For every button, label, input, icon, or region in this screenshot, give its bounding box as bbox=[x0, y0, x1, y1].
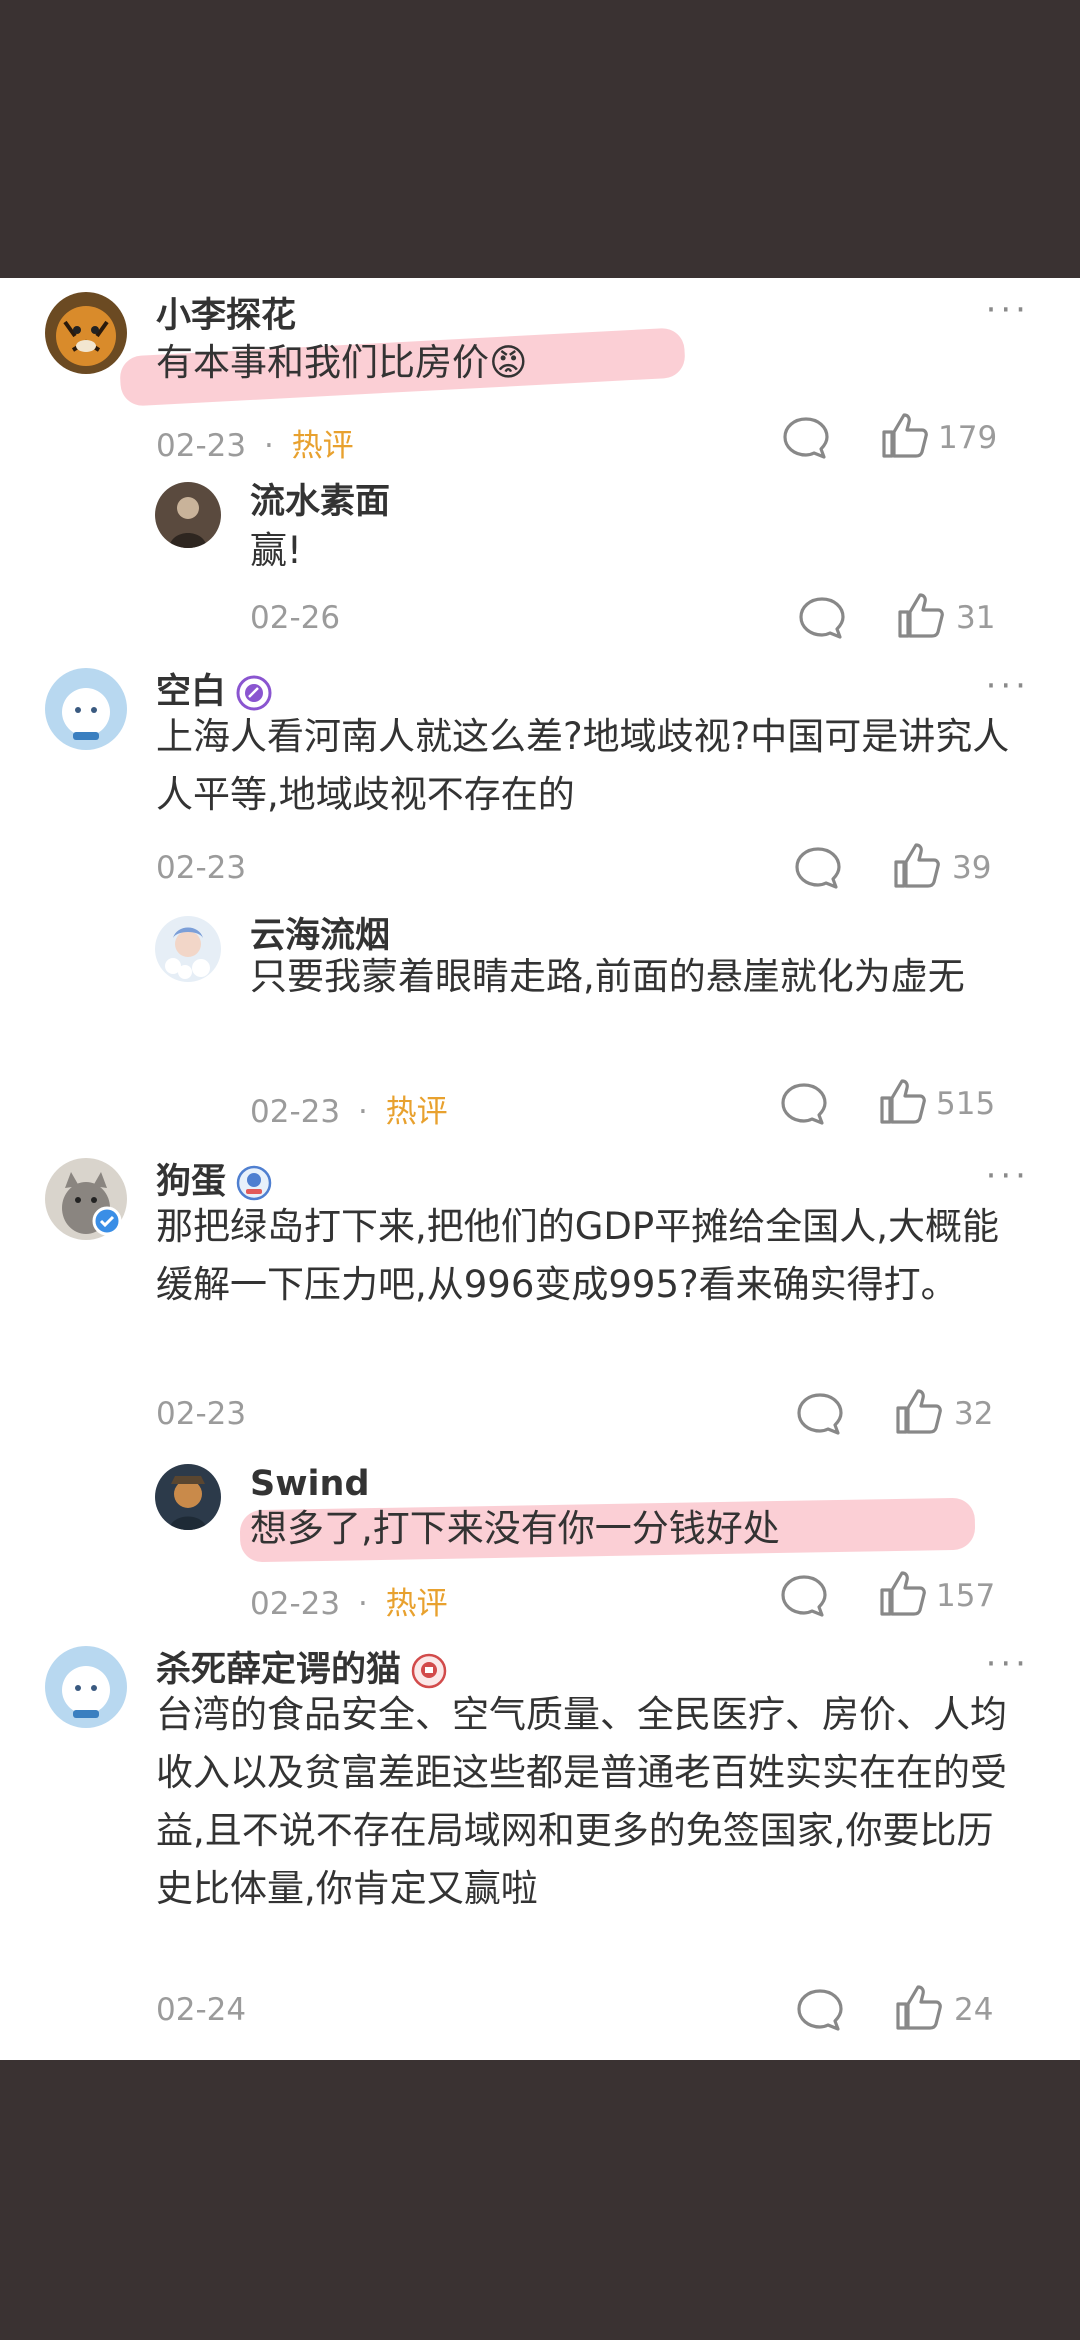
like-count: 32 bbox=[954, 1396, 994, 1432]
comment-list: 小李探花 ··· 有本事和我们比房价😡 02-23 · 热评 179 流水素面 … bbox=[0, 278, 1080, 2060]
comment-text: 上海人看河南人就这么差?地域歧视?中国可是讲究人人平等,地域歧视不存在的 bbox=[156, 715, 1010, 816]
comment-date: 02-26 bbox=[250, 600, 341, 636]
comment-bubble-icon[interactable] bbox=[796, 592, 848, 644]
verified-badge-icon bbox=[236, 675, 272, 711]
avatar[interactable] bbox=[45, 1646, 127, 1728]
comment-meta: 02-24 bbox=[156, 1992, 246, 2028]
comment-meta: 02-23 · 热评 bbox=[250, 1094, 448, 1130]
like-count: 179 bbox=[938, 420, 998, 456]
comment-date: 02-23 bbox=[250, 1586, 341, 1622]
comment-item: 小李探花 ··· 有本事和我们比房价😡 02-23 · 热评 179 bbox=[0, 290, 1080, 470]
comment-date: 02-24 bbox=[156, 1992, 247, 2028]
thumbs-up-icon[interactable] bbox=[876, 1076, 928, 1128]
comment-text: 那把绿岛打下来,把他们的GDP平摊给全国人,大概能缓解一下压力吧,从996变成9… bbox=[156, 1205, 999, 1306]
comment-text: 有本事和我们比房价😡 bbox=[156, 341, 528, 384]
like-count: 515 bbox=[936, 1086, 996, 1122]
comment-meta: 02-23 · 热评 bbox=[250, 1586, 448, 1622]
avatar[interactable] bbox=[45, 668, 127, 750]
avatar[interactable] bbox=[155, 916, 221, 982]
comment-date: 02-23 bbox=[156, 850, 247, 886]
comment-actions: 179 bbox=[780, 408, 1080, 468]
comment-actions: 515 bbox=[780, 1074, 1080, 1134]
avatar[interactable] bbox=[155, 482, 221, 548]
comment-meta: 02-23 · 热评 bbox=[156, 428, 354, 464]
thumbs-up-icon[interactable] bbox=[892, 1386, 944, 1438]
avatar[interactable] bbox=[45, 292, 127, 374]
hot-tag: 热评 bbox=[385, 1094, 448, 1130]
like-count: 31 bbox=[956, 600, 996, 636]
like-count: 24 bbox=[954, 1992, 994, 2028]
comment-date: 02-23 bbox=[250, 1094, 341, 1130]
like-count: 39 bbox=[952, 850, 992, 886]
more-dots-icon[interactable]: ··· bbox=[980, 666, 1030, 706]
username[interactable]: 流水素面 bbox=[250, 480, 390, 524]
comment-actions: 157 bbox=[780, 1566, 1080, 1626]
reply-text: 想多了,打下来没有你一分钱好处 bbox=[250, 1507, 780, 1550]
comment-meta: 02-23 bbox=[156, 850, 246, 886]
comment-actions: 31 bbox=[780, 588, 1080, 648]
username[interactable]: 小李探花 bbox=[156, 294, 296, 338]
reply-text: 只要我蒙着眼睛走路,前面的悬崖就化为虚无 bbox=[250, 955, 965, 998]
reply-item: 云海流烟 只要我蒙着眼睛走路,前面的悬崖就化为虚无 02-23 · 热评 515 bbox=[0, 914, 1080, 1134]
reply-item: Swind 想多了,打下来没有你一分钱好处 02-23 · 热评 157 bbox=[0, 1462, 1080, 1622]
comment-bubble-icon[interactable] bbox=[778, 1570, 830, 1622]
reply-text: 赢! bbox=[250, 529, 302, 572]
thumbs-up-icon[interactable] bbox=[890, 840, 942, 892]
comment-actions: 39 bbox=[780, 838, 1080, 898]
comment-actions: 32 bbox=[780, 1384, 1080, 1444]
comment-meta: 02-26 bbox=[250, 600, 340, 636]
hot-tag: 热评 bbox=[385, 1586, 448, 1622]
like-count: 157 bbox=[936, 1578, 996, 1614]
comment-item: 狗蛋 ··· 那把绿岛打下来,把他们的GDP平摊给全国人,大概能缓解一下压力吧,… bbox=[0, 1156, 1080, 1446]
comment-text: 台湾的食品安全、空气质量、全民医疗、房价、人均收入以及贫富差距这些都是普通老百姓… bbox=[156, 1693, 1007, 1910]
comment-bubble-icon[interactable] bbox=[792, 842, 844, 894]
hot-tag: 热评 bbox=[291, 428, 354, 464]
comment-date: 02-23 bbox=[156, 428, 247, 464]
avatar[interactable] bbox=[155, 1464, 221, 1530]
thumbs-up-icon[interactable] bbox=[876, 1568, 928, 1620]
reply-item: 流水素面 赢! 02-26 31 bbox=[0, 480, 1080, 640]
thumbs-up-icon[interactable] bbox=[892, 1982, 944, 2034]
comment-bubble-icon[interactable] bbox=[778, 1078, 830, 1130]
comment-actions: 24 bbox=[780, 1980, 1080, 2040]
level-badge-icon bbox=[411, 1653, 447, 1689]
more-dots-icon[interactable]: ··· bbox=[980, 1644, 1030, 1684]
comment-item: 杀死薛定谔的猫 ··· 台湾的食品安全、空气质量、全民医疗、房价、人均收入以及贫… bbox=[0, 1644, 1080, 2054]
thumbs-up-icon[interactable] bbox=[878, 410, 930, 462]
comment-bubble-icon[interactable] bbox=[780, 412, 832, 464]
verified-check-icon bbox=[92, 1206, 122, 1236]
more-dots-icon[interactable]: ··· bbox=[980, 290, 1030, 330]
level-badge-icon bbox=[236, 1165, 272, 1201]
thumbs-up-icon[interactable] bbox=[894, 590, 946, 642]
comment-bubble-icon[interactable] bbox=[794, 1388, 846, 1440]
comment-bubble-icon[interactable] bbox=[794, 1984, 846, 2036]
comment-meta: 02-23 bbox=[156, 1396, 246, 1432]
comment-date: 02-23 bbox=[156, 1396, 247, 1432]
comment-item: 空白 ··· 上海人看河南人就这么差?地域歧视?中国可是讲究人人平等,地域歧视不… bbox=[0, 666, 1080, 906]
more-dots-icon[interactable]: ··· bbox=[980, 1156, 1030, 1196]
